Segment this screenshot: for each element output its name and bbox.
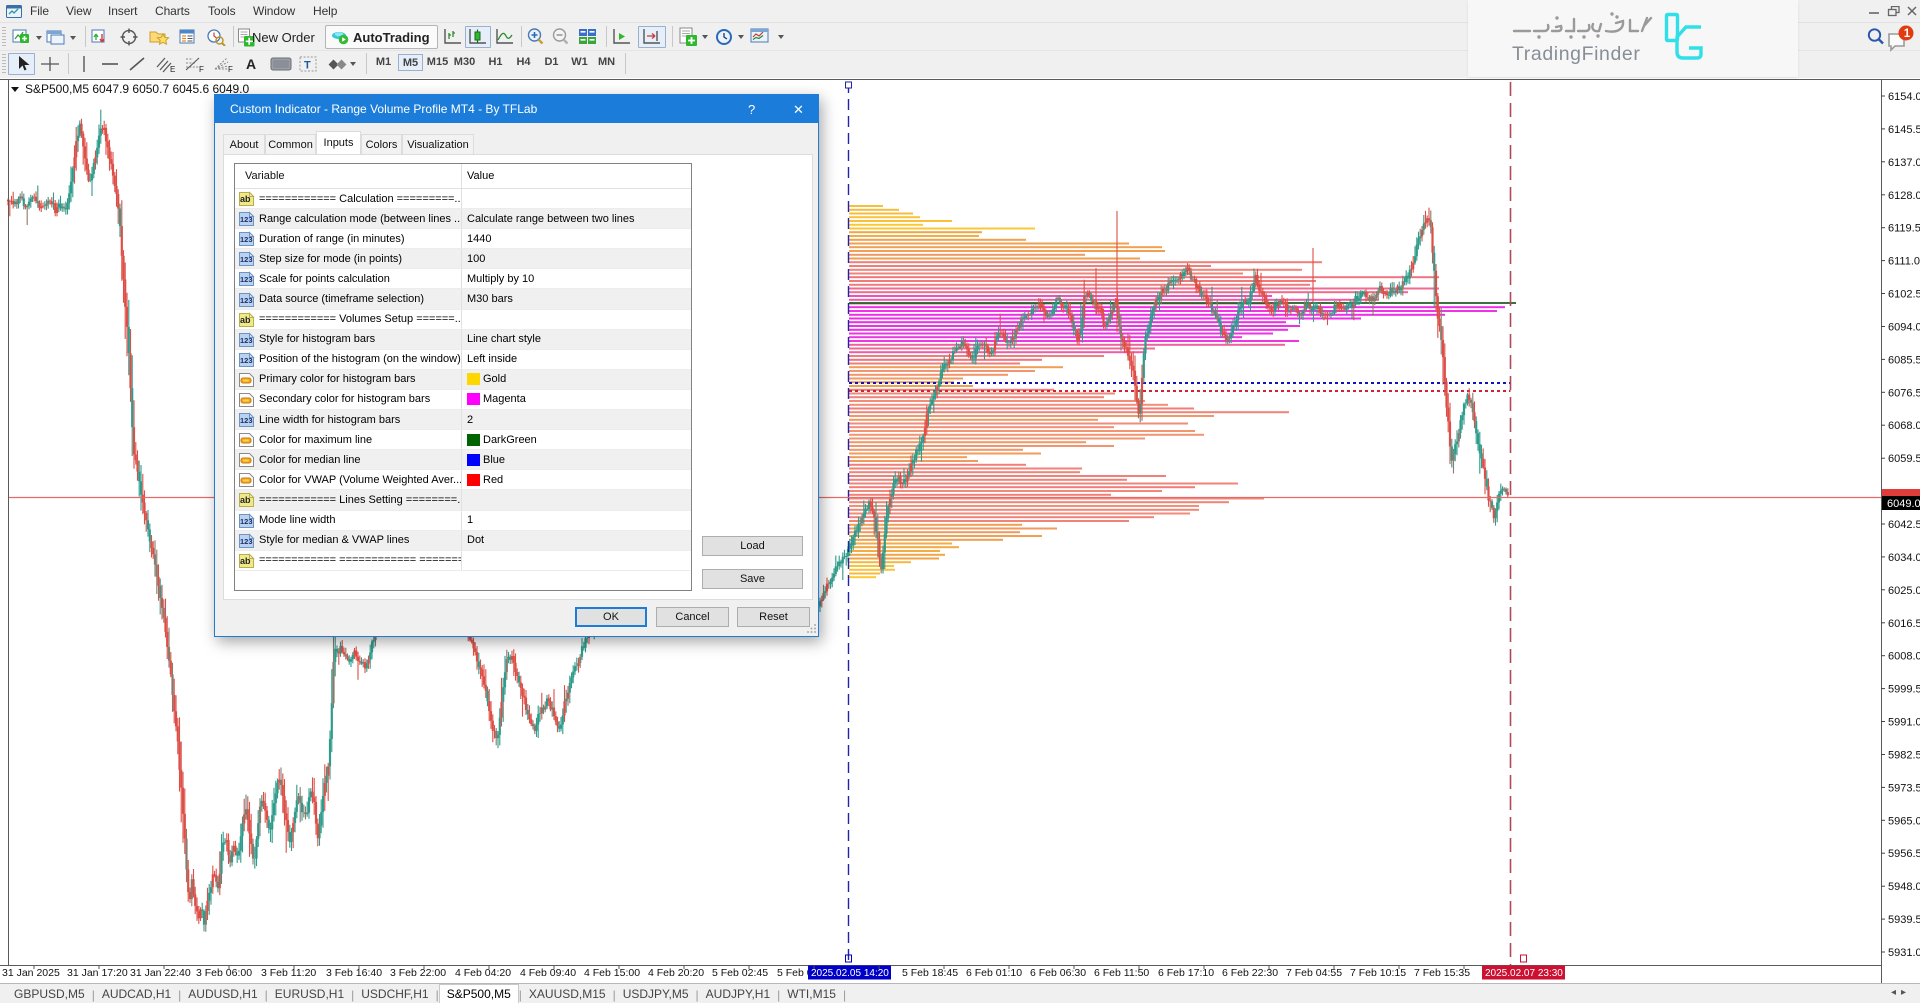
svg-text:TradingFinder: TradingFinder xyxy=(1512,43,1640,65)
svg-text:123: 123 xyxy=(240,235,253,244)
svg-text:5982.5: 5982.5 xyxy=(1888,750,1920,762)
svg-text:123: 123 xyxy=(240,517,253,526)
svg-text:6 Feb 22:30: 6 Feb 22:30 xyxy=(1222,967,1278,979)
svg-text:31 Jan 2025: 31 Jan 2025 xyxy=(2,967,60,979)
svg-text:123: 123 xyxy=(240,296,253,305)
svg-text:6094.0: 6094.0 xyxy=(1888,322,1920,334)
svg-text:123: 123 xyxy=(240,416,253,425)
svg-text:5991.0: 5991.0 xyxy=(1888,717,1920,729)
svg-text:6042.5: 6042.5 xyxy=(1888,519,1920,531)
svg-text:31 Jan 17:20: 31 Jan 17:20 xyxy=(67,967,128,979)
svg-text:6016.5: 6016.5 xyxy=(1888,618,1920,630)
svg-text:31 Jan 22:40: 31 Jan 22:40 xyxy=(130,967,191,979)
svg-text:2025.02.05 14:20: 2025.02.05 14:20 xyxy=(811,968,889,979)
svg-text:6 Feb 06:30: 6 Feb 06:30 xyxy=(1030,967,1086,979)
svg-text:6111.0: 6111.0 xyxy=(1888,256,1920,268)
svg-text:6128.0: 6128.0 xyxy=(1888,190,1920,202)
svg-text:123: 123 xyxy=(240,336,253,345)
svg-text:5999.5: 5999.5 xyxy=(1888,684,1920,696)
svg-text:6049.0: 6049.0 xyxy=(1887,498,1920,510)
svg-text:6102.5: 6102.5 xyxy=(1888,289,1920,301)
svg-text:6059.5: 6059.5 xyxy=(1888,453,1920,465)
svg-text:6145.5: 6145.5 xyxy=(1888,124,1920,136)
svg-text:6119.5: 6119.5 xyxy=(1888,223,1920,235)
svg-text:6008.0: 6008.0 xyxy=(1888,651,1920,663)
svg-text:123: 123 xyxy=(240,255,253,264)
svg-text:6137.0: 6137.0 xyxy=(1888,157,1920,169)
svg-text:ab: ab xyxy=(240,194,251,204)
svg-text:5956.5: 5956.5 xyxy=(1888,848,1920,860)
svg-text:123: 123 xyxy=(240,356,253,365)
svg-text:3 Feb 11:20: 3 Feb 11:20 xyxy=(261,967,316,979)
svg-text:E: E xyxy=(170,65,175,73)
svg-text:F: F xyxy=(228,65,233,73)
svg-text:6034.0: 6034.0 xyxy=(1888,552,1920,564)
svg-text:5948.0: 5948.0 xyxy=(1888,881,1920,893)
svg-text:4 Feb 15:00: 4 Feb 15:00 xyxy=(584,967,640,979)
svg-text:3 Feb 06:00: 3 Feb 06:00 xyxy=(196,967,252,979)
svg-text:5 Feb 18:45: 5 Feb 18:45 xyxy=(902,967,958,979)
svg-text:7 Feb 15:35: 7 Feb 15:35 xyxy=(1414,967,1470,979)
svg-text:4 Feb 20:20: 4 Feb 20:20 xyxy=(648,967,704,979)
svg-text:6 Feb 01:10: 6 Feb 01:10 xyxy=(966,967,1022,979)
svg-text:6085.5: 6085.5 xyxy=(1888,354,1920,366)
svg-text:7 Feb 10:15: 7 Feb 10:15 xyxy=(1350,967,1406,979)
svg-text:5965.0: 5965.0 xyxy=(1888,815,1920,827)
svg-text:4 Feb 09:40: 4 Feb 09:40 xyxy=(520,967,576,979)
svg-text:6025.0: 6025.0 xyxy=(1888,585,1920,597)
svg-text:123: 123 xyxy=(240,215,253,224)
svg-text:T: T xyxy=(304,60,311,72)
svg-text:F: F xyxy=(199,65,204,73)
svg-text:5973.5: 5973.5 xyxy=(1888,782,1920,794)
svg-text:ab: ab xyxy=(240,495,251,505)
svg-text:5931.0: 5931.0 xyxy=(1888,947,1920,959)
svg-text:ab: ab xyxy=(240,315,251,325)
svg-text:6 Feb 17:10: 6 Feb 17:10 xyxy=(1158,967,1214,979)
svg-text:5939.5: 5939.5 xyxy=(1888,914,1920,926)
svg-text:ab: ab xyxy=(240,556,251,566)
svg-text:123: 123 xyxy=(240,537,253,546)
svg-text:123: 123 xyxy=(240,275,253,284)
svg-text:3 Feb 16:40: 3 Feb 16:40 xyxy=(326,967,382,979)
svg-text:2025.02.07 23:30: 2025.02.07 23:30 xyxy=(1485,968,1563,979)
svg-text:5 Feb 02:45: 5 Feb 02:45 xyxy=(712,967,768,979)
svg-text:3 Feb 22:00: 3 Feb 22:00 xyxy=(390,967,446,979)
svg-text:6068.0: 6068.0 xyxy=(1888,420,1920,432)
svg-text:4 Feb 04:20: 4 Feb 04:20 xyxy=(455,967,511,979)
svg-text:6 Feb 11:50: 6 Feb 11:50 xyxy=(1094,967,1149,979)
svg-text:1: 1 xyxy=(1904,28,1911,40)
svg-text:6154.0: 6154.0 xyxy=(1888,91,1920,103)
svg-text:6076.5: 6076.5 xyxy=(1888,387,1920,399)
